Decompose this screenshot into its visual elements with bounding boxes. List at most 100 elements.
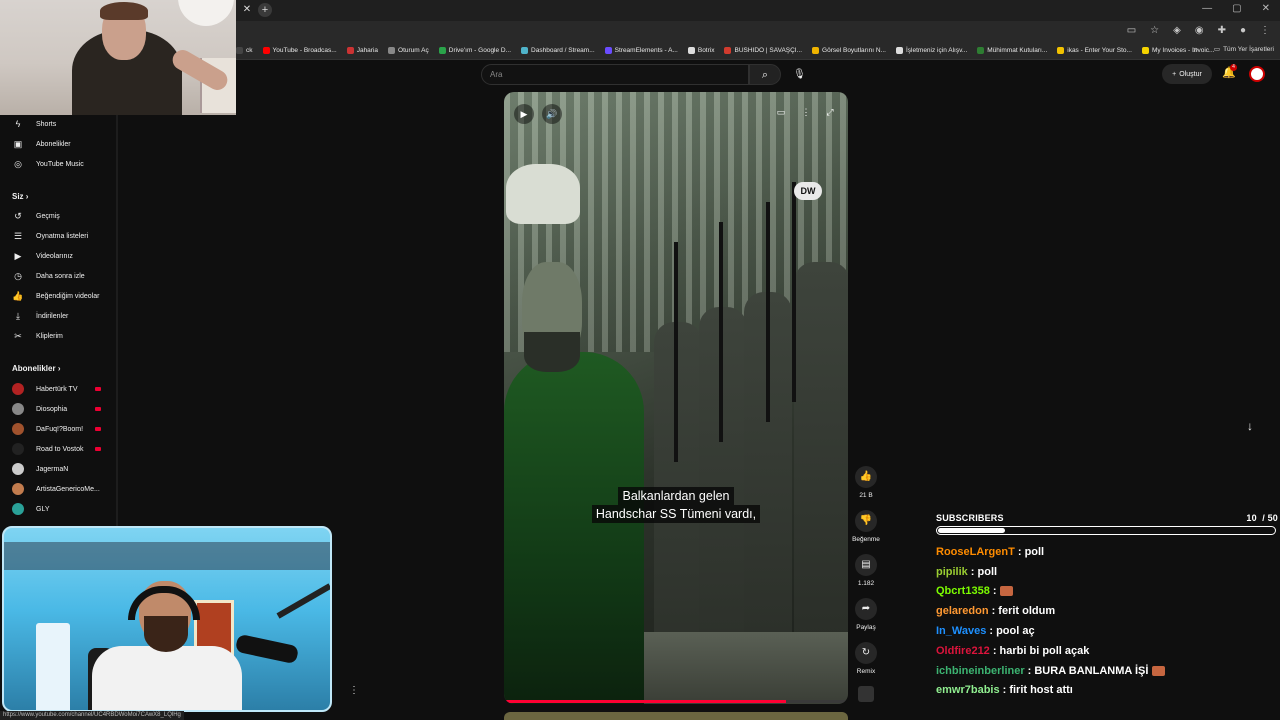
sidebar-item[interactable]: ↺ Geçmiş [0,206,118,226]
avatar[interactable] [1249,66,1265,82]
webcam-top [0,0,236,115]
chat-overlay: RooseLArgenT: poll pipilik: poll Qbcrt1358… [936,542,1276,700]
sidebar-channel[interactable]: GLY [0,499,118,519]
bookmark-label: Görsel Boyutlarını N... [822,47,886,54]
sidebar-subscriptions-heading[interactable]: Abonelikler › [12,364,60,373]
sidebar-item[interactable]: ▶ Videolarınız [0,246,118,266]
clips-icon: ✂ [14,330,22,341]
share-action[interactable]: ➦ Paylaş [850,598,882,631]
subs-progress-text: 10 / 50 [1246,513,1278,523]
search-button[interactable]: ⌕ [749,64,781,85]
search-input[interactable]: Ara [481,64,749,85]
sidebar-item[interactable]: ✂ Kliplerim [0,326,118,346]
sidebar-channel[interactable]: Habertürk TV [0,379,118,399]
bookmark-favicon-icon [812,47,820,54]
rifle [719,222,723,442]
create-button[interactable]: + Oluştur [1162,64,1212,84]
subtitle-line-2: Handschar SS Tümeni vardı, [591,505,761,523]
comments-action[interactable]: ▤ 1.182 [850,554,882,587]
sidebar-item[interactable]: ϟ Shorts [0,114,118,134]
bookmark-item[interactable]: Dashboard / Stream... [521,47,595,54]
minimize-icon[interactable]: — [1202,3,1212,14]
streamer-beard [144,616,188,652]
bookmark-item[interactable]: ikas - Enter Your Sto... [1057,47,1132,54]
figure-beard [524,332,580,372]
sidebar-item[interactable]: ☰ Oynatma listeleri [0,226,118,246]
cast-icon[interactable]: ▭ [1127,25,1136,36]
sidebar-item[interactable]: ⤓ İndirilenler [0,306,118,326]
sidebar-item-label: Abonelikler [36,140,71,148]
bookmark-item[interactable]: Mühimmat Kutuları... [977,47,1047,54]
bookmark-item[interactable]: BUSHIDO | SAVAŞÇI... [724,47,802,54]
extension-icon[interactable]: ◈ [1173,25,1181,36]
figure-robe [504,352,644,704]
new-tab-button[interactable]: + [258,3,272,17]
status-url: https://www.youtube.com/channel/UC4RBDWo… [0,711,184,720]
mic-arm [276,583,330,619]
bookmark-label: İşletmeniz için Alışv... [905,47,968,54]
close-window-icon[interactable]: ✕ [1262,3,1270,14]
next-short-preview[interactable] [504,712,848,720]
bookmark-item[interactable]: Botrix [687,47,714,54]
bookmark-favicon-icon [1141,47,1149,54]
bookmark-item[interactable]: Jaharia [346,47,378,54]
channel-avatar [12,483,24,495]
bookmark-item[interactable]: StreamElements - A... [604,47,678,54]
bookmark-item[interactable]: ck [236,47,253,54]
comment-icon: ▤ [855,554,877,576]
channel-name: Diosophia [36,405,68,413]
channel-name: Road to Vostok [36,445,84,453]
sidebar-you-heading[interactable]: Siz › [12,192,28,201]
bookmark-item[interactable]: YouTube - Broadcas... [262,47,337,54]
bookmark-item[interactable]: Drive'ım - Google D... [438,47,511,54]
like-action[interactable]: 👍 21 B [850,466,882,499]
sidebar-item[interactable]: ◷ Daha sonra izle [0,266,118,286]
sidebar-item[interactable]: 👍 Beğendiğim videolar [0,286,118,306]
subs-goal: / 50 [1262,513,1278,523]
sidebar-item[interactable]: ▣ Abonelikler [0,134,118,154]
close-tab-icon[interactable]: ✕ [241,4,253,16]
more-bookmarks-button[interactable]: » [1193,44,1198,54]
subtitle-line-1: Balkanlardan gelen [618,487,734,505]
sidebar-channel[interactable]: DaFuq!?Boom! [0,419,118,439]
profile-icon[interactable]: ● [1240,25,1246,36]
play-icon[interactable]: ▶ [514,104,534,124]
sidebar-channel[interactable]: Road to Vostok [0,439,118,459]
sidebar-channel[interactable]: ArtistaGenericoMe... [0,479,118,499]
all-bookmarks-button[interactable]: ▭ Tüm Yer İşaretleri [1214,45,1274,54]
more-options-icon[interactable]: ⋮ [349,685,359,696]
bookmark-item[interactable]: İşletmeniz için Alışv... [895,47,968,54]
channel-thumbnail[interactable] [858,686,874,702]
chat-text: : poll [970,565,998,578]
puzzle-icon[interactable]: ✚ [1218,25,1226,36]
bookmark-label: YouTube - Broadcas... [272,47,337,54]
captions-icon[interactable]: ▭ [772,104,790,120]
person-hair [100,2,148,20]
sidebar-item[interactable]: ◎ YouTube Music [0,154,118,174]
live-indicator-icon [95,407,101,411]
bookmark-favicon-icon [724,47,732,54]
bookmark-label: StreamElements - A... [614,47,678,54]
menu-icon[interactable]: ⋮ [1260,25,1270,36]
sidebar-channel[interactable]: Diosophia [0,399,118,419]
headphones [128,586,200,620]
bookmark-item[interactable]: Görsel Boyutlarını N... [812,47,886,54]
voice-search-button[interactable]: 🎙 [789,64,810,85]
bookmark-label: ck [246,47,253,54]
bookmark-item[interactable]: My Invoices - Invoic... [1141,47,1214,54]
star-icon[interactable]: ☆ [1150,25,1159,36]
extension-icon[interactable]: ◉ [1195,25,1204,36]
sidebar-item-label: Oynatma listeleri [36,232,89,240]
more-icon[interactable]: ⋮ [797,104,815,120]
remix-action[interactable]: ↻ Remix [850,642,882,675]
dislike-action[interactable]: 👎 Beğenme [850,510,882,543]
sidebar-item-label: İndirilenler [36,312,69,320]
maximize-icon[interactable]: ▢ [1232,3,1241,14]
fullscreen-icon[interactable]: ⤢ [821,104,839,120]
shorts-video[interactable]: ▶ 🔊 ▭ ⋮ ⤢ DW Balkanlardan gelen Handscha… [504,92,848,704]
arrow-down-icon[interactable]: ↓ [1247,419,1253,433]
video-progress-bar[interactable] [504,700,848,703]
volume-icon[interactable]: 🔊 [542,104,562,124]
sidebar-channel[interactable]: JagermaN [0,459,118,479]
bookmark-item[interactable]: Oturum Aç [388,47,429,54]
